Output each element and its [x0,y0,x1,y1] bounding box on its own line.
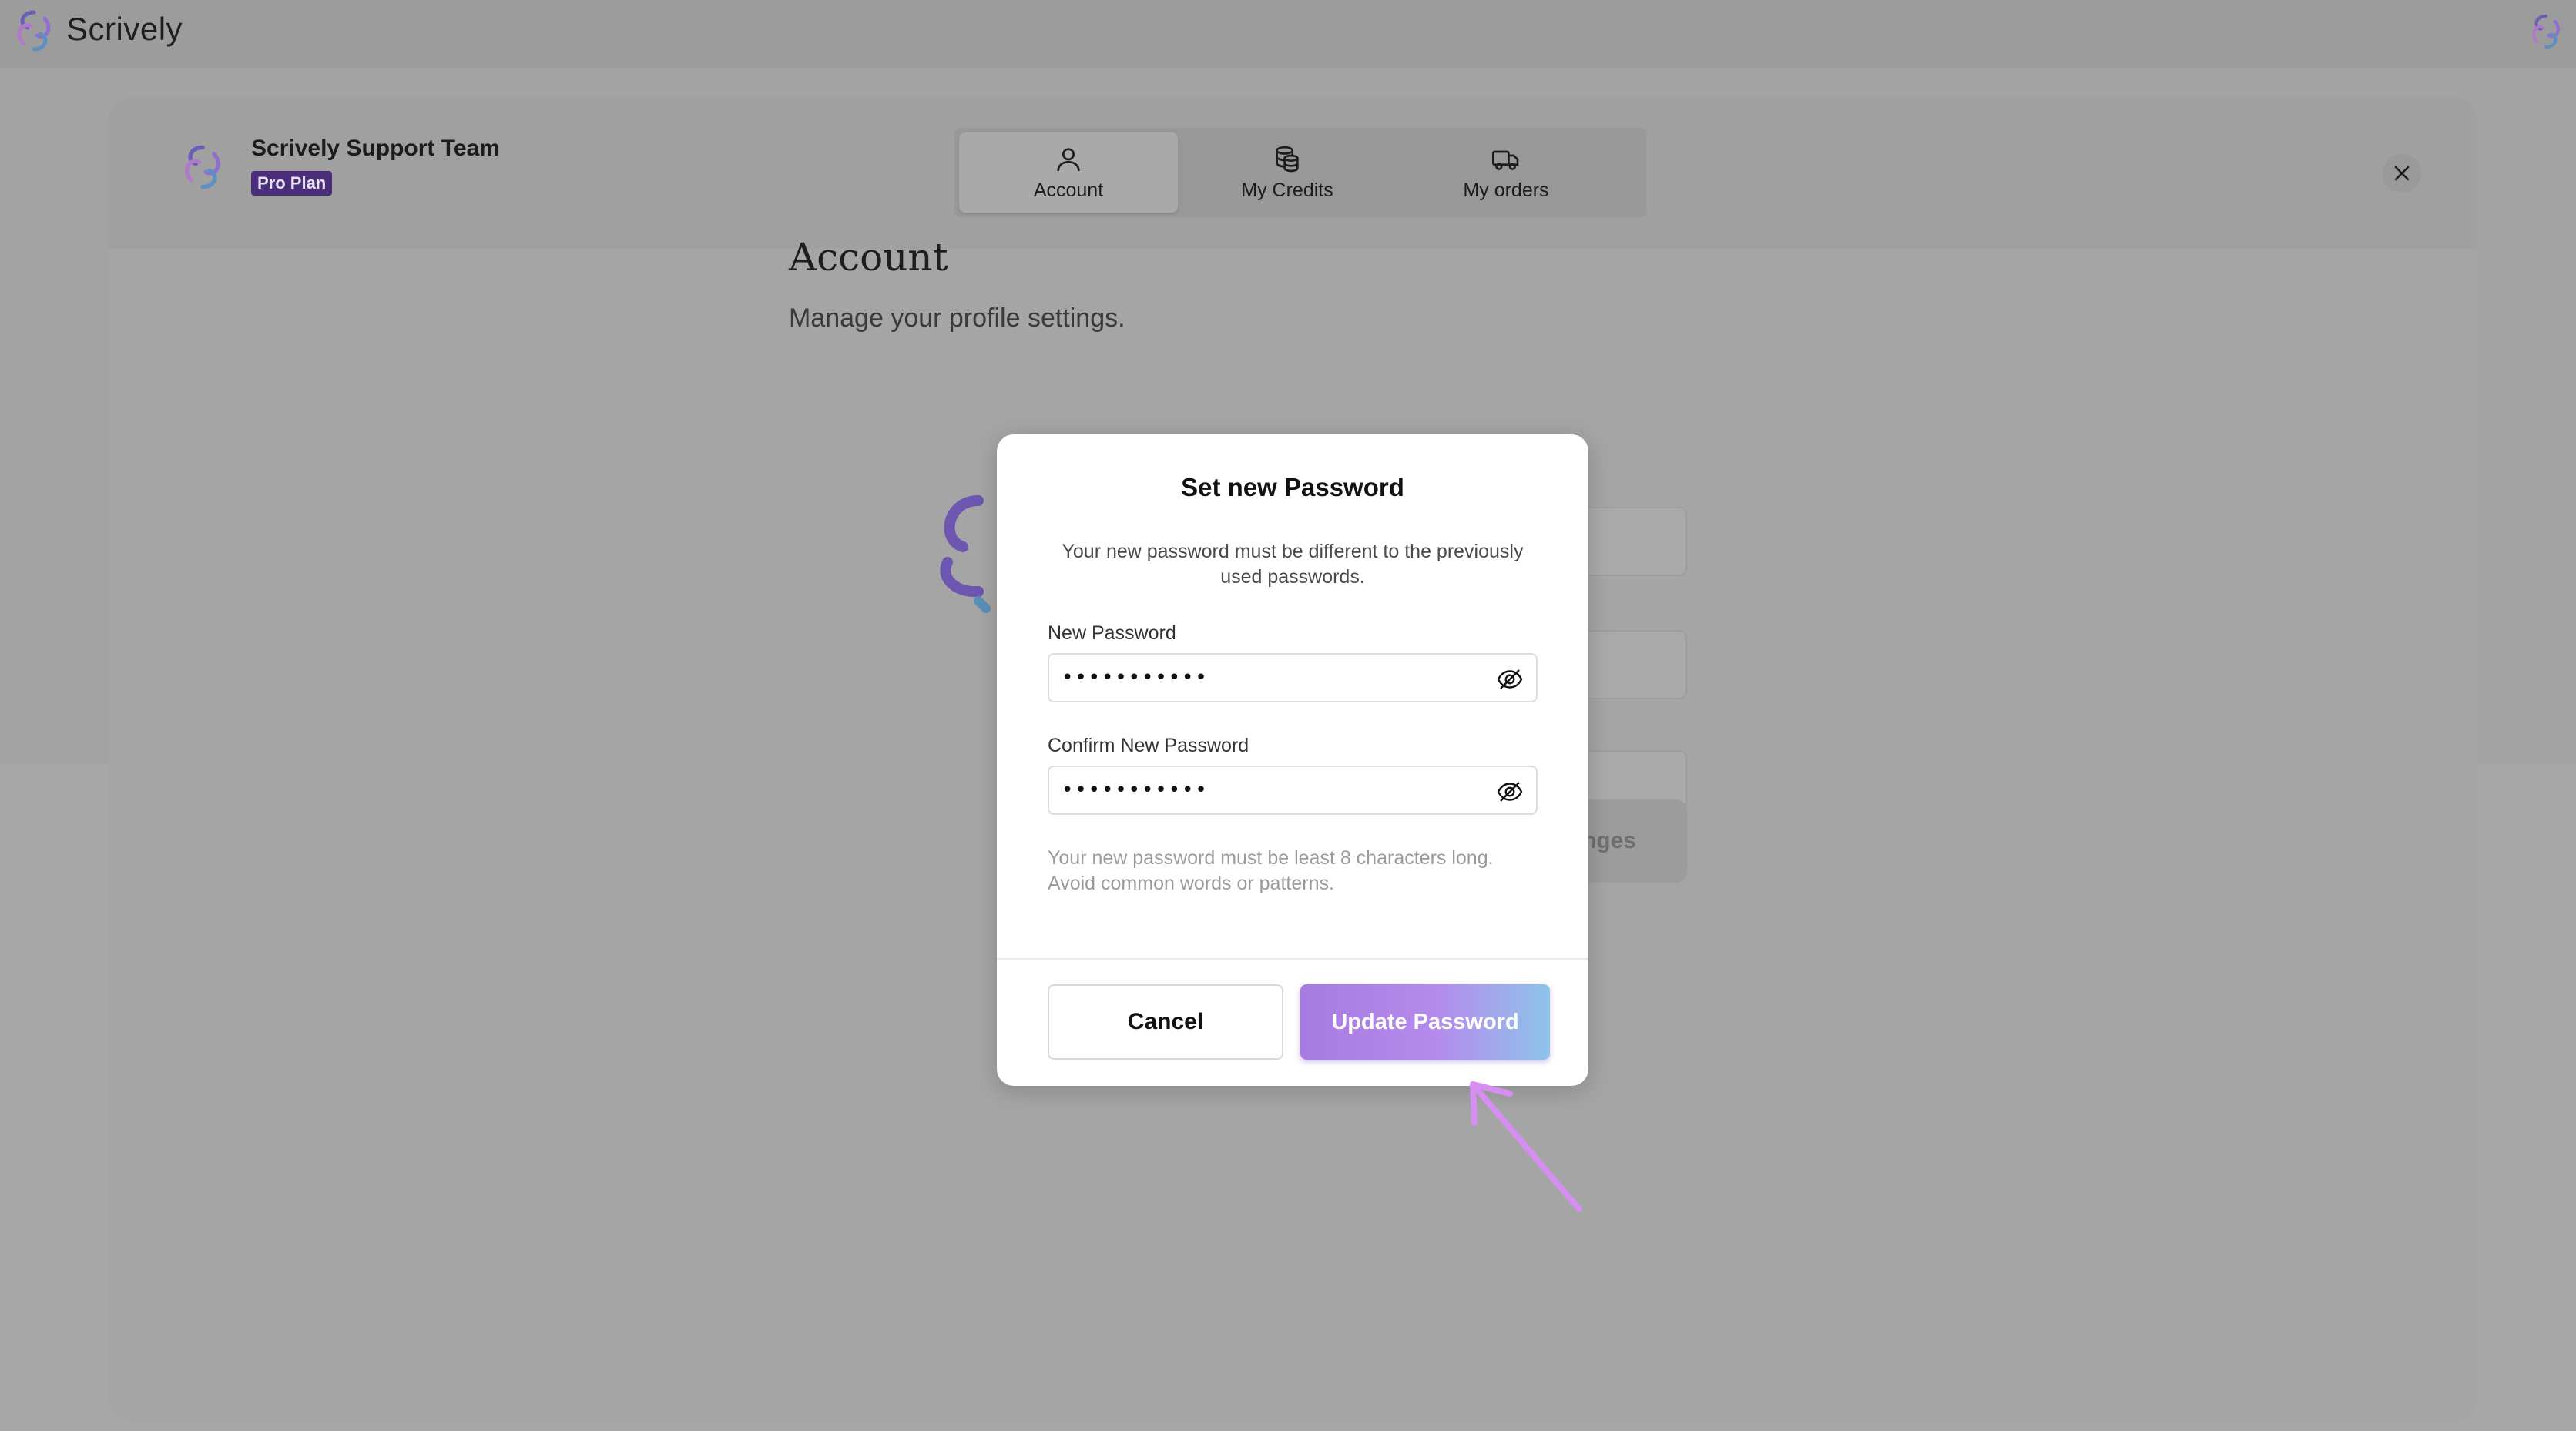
dialog-title: Set new Password [1181,473,1404,501]
eye-off-icon[interactable] [1494,778,1525,806]
user-avatar-icon [185,145,220,189]
panel-header: Scrively Support Team Pro Plan Account M… [109,97,2477,249]
plan-badge: Pro Plan [251,171,333,196]
page-subtitle: Manage your profile settings. [789,303,1125,333]
cancel-button[interactable]: Cancel [1048,984,1283,1060]
confirm-password-value: ••••••••••• [1062,779,1209,802]
profile-field[interactable] [1579,507,1687,576]
pointer-arrow-annotation [1470,1081,1582,1212]
new-password-input[interactable]: ••••••••••• [1048,653,1538,702]
eye-off-icon[interactable] [1494,665,1525,693]
tab-bar: Account My Credits My orders [954,128,1646,217]
tab-my-orders[interactable]: My orders [1397,132,1615,213]
profile-field[interactable] [1579,630,1687,699]
password-hint: Your new password must be least 8 charac… [1048,847,1494,894]
user-icon [1057,147,1080,171]
close-button[interactable] [2383,154,2421,193]
tab-my-orders-label: My orders [1463,179,1549,201]
brand-name: Scrively [66,11,183,47]
set-password-dialog: Set new Password Your new password must … [997,434,1588,1086]
new-password-value: ••••••••••• [1062,666,1209,689]
scrively-logo-icon[interactable] [2527,11,2565,52]
dialog-divider [997,958,1588,960]
update-password-button[interactable]: Update Password [1300,984,1550,1060]
dialog-description: Your new password must be different to t… [1062,541,1524,588]
confirm-password-input[interactable]: ••••••••••• [1048,766,1538,815]
tab-account[interactable]: Account [959,132,1178,213]
page-title: Account [789,235,948,280]
new-password-label: New Password [1048,622,1176,644]
top-bar: Scrively [0,0,2576,68]
confirm-password-label: Confirm New Password [1048,735,1249,756]
close-icon [2394,166,2410,181]
tab-my-credits-label: My Credits [1241,179,1333,201]
tab-my-credits[interactable]: My Credits [1178,132,1397,213]
user-name: Scrively Support Team [251,136,500,161]
coins-icon [1276,146,1299,172]
scrively-logo-icon[interactable] [11,6,57,55]
tab-account-label: Account [1033,179,1104,201]
truck-icon [1492,150,1519,170]
